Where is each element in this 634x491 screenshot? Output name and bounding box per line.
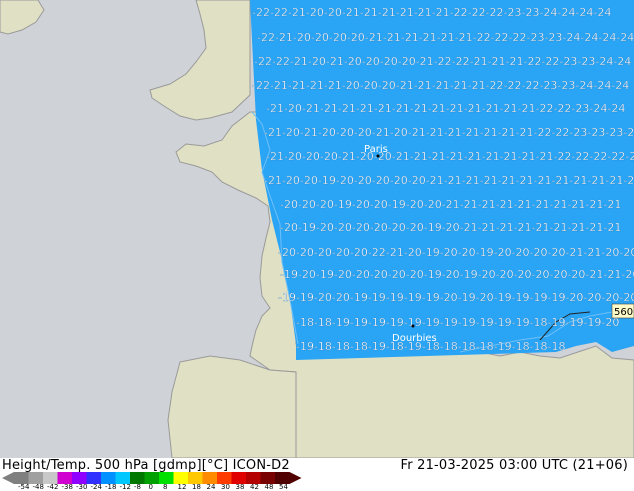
contour-label-row: -21-20-21-21-21-21-21-21-21-21-21-21-21-… (266, 102, 625, 115)
map-footer: Height/Temp. 500 hPa [gdmp][°C] ICON-D2 … (0, 458, 634, 491)
iberia-landmass (167, 355, 297, 458)
forecast-time: Fr 21-03-2025 03:00 UTC (21+06) (400, 458, 628, 473)
contour-label-row: -20-20-20-19-20-20-19-20-20-21-21-21-21-… (280, 198, 621, 211)
height-value-label: 560 (614, 307, 633, 318)
contour-label-row: -22-22-21-20-21-20-20-20-20-21-22-22-21-… (254, 55, 631, 68)
contour-label-row: -18-18-19-19-19-19-19-19-19-19-19-19-19-… (296, 316, 619, 329)
height-value-badge: 560 (611, 303, 634, 319)
contour-label-row: -21-20-20-19-20-20-20-20-20-21-21-21-21-… (264, 174, 634, 187)
contour-label-row: -20-20-20-20-20-22-21-20-19-20-20-19-20-… (278, 246, 634, 259)
contour-label-row: -22-22-21-20-20-21-21-21-21-21-21-22-22-… (252, 6, 611, 19)
scale-arrow-right (289, 472, 302, 484)
map-title: Height/Temp. 500 hPa [gdmp][°C] ICON-D2 (2, 458, 290, 473)
contour-label-row: -21-20-20-20-21-20-20-21-21-21-21-21-21-… (266, 150, 634, 163)
contour-label-row: -22-21-20-20-20-20-21-21-21-21-21-21-22-… (257, 31, 634, 44)
forecast-map: -22-22-21-20-20-21-21-21-21-21-21-22-22-… (0, 0, 634, 458)
city-label-paris: Paris (364, 144, 388, 155)
contour-label-row: -21-20-21-20-20-20-21-20-21-21-21-21-21-… (264, 126, 634, 139)
contour-labels-group: -22-22-21-20-20-21-21-21-21-21-21-22-22-… (252, 6, 634, 353)
scale-arrow-left (2, 472, 14, 484)
contour-label-row: -19-20-19-20-20-20-20-20-19-20-19-20-20-… (280, 268, 634, 281)
contour-label-row: -19-19-20-20-19-19-19-19-19-20-19-20-19-… (278, 291, 634, 304)
contour-label-row: -20-19-20-20-20-20-20-20-19-20-21-21-21-… (280, 221, 621, 234)
city-label-dourbies: Dourbies (392, 333, 437, 344)
contour-label-row: -22-21-21-21-21-20-20-20-21-21-21-21-21-… (252, 79, 629, 92)
